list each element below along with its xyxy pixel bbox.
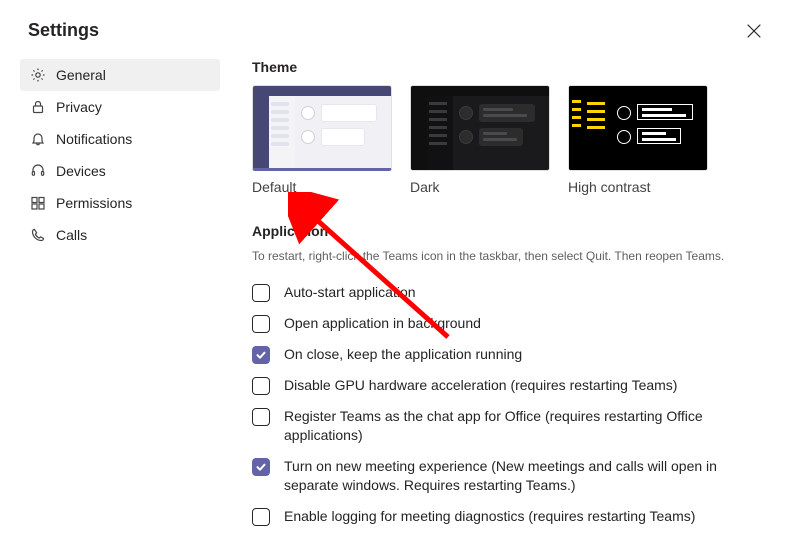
checkbox-box (252, 508, 270, 526)
checkbox-box (252, 315, 270, 333)
theme-options: Default (252, 85, 766, 195)
sidebar-item-label: General (56, 67, 106, 83)
sidebar-item-notifications[interactable]: Notifications (20, 123, 220, 155)
checkbox-auto-start[interactable]: Auto-start application (252, 277, 732, 308)
sidebar-item-devices[interactable]: Devices (20, 155, 220, 187)
checkbox-box (252, 377, 270, 395)
settings-sidebar: General Privacy Notifications Devices Pe… (20, 59, 220, 532)
sidebar-item-label: Permissions (56, 195, 132, 211)
close-icon (747, 24, 761, 38)
theme-option-high-contrast[interactable]: High contrast (568, 85, 708, 195)
bell-icon (30, 131, 46, 147)
checkbox-label: On close, keep the application running (284, 345, 522, 364)
checkbox-box (252, 458, 270, 476)
sidebar-item-general[interactable]: General (20, 59, 220, 91)
checkbox-open-background[interactable]: Open application in background (252, 308, 732, 339)
checkbox-new-meeting-experience[interactable]: Turn on new meeting experience (New meet… (252, 451, 732, 501)
sidebar-item-label: Devices (56, 163, 106, 179)
application-description: To restart, right-click the Teams icon i… (252, 249, 766, 263)
theme-heading: Theme (252, 59, 766, 75)
theme-option-default[interactable]: Default (252, 85, 392, 195)
checkbox-label: Auto-start application (284, 283, 416, 302)
application-heading: Application (252, 223, 766, 239)
phone-icon (30, 227, 46, 243)
lock-icon (30, 99, 46, 115)
checkbox-disable-gpu[interactable]: Disable GPU hardware acceleration (requi… (252, 370, 732, 401)
theme-label: Default (252, 179, 392, 195)
sidebar-item-calls[interactable]: Calls (20, 219, 220, 251)
checkbox-label: Open application in background (284, 314, 481, 333)
checkbox-on-close-keep-running[interactable]: On close, keep the application running (252, 339, 732, 370)
theme-label: High contrast (568, 179, 708, 195)
permissions-icon (30, 195, 46, 211)
theme-preview-dark (410, 85, 550, 171)
sidebar-item-label: Privacy (56, 99, 102, 115)
theme-preview-high-contrast (568, 85, 708, 171)
headset-icon (30, 163, 46, 179)
checkbox-box (252, 346, 270, 364)
checkbox-register-chat-app[interactable]: Register Teams as the chat app for Offic… (252, 401, 732, 451)
theme-label: Dark (410, 179, 550, 195)
checkbox-label: Enable logging for meeting diagnostics (… (284, 507, 695, 526)
checkbox-box (252, 284, 270, 302)
theme-preview-default (252, 85, 392, 171)
theme-option-dark[interactable]: Dark (410, 85, 550, 195)
checkbox-label: Turn on new meeting experience (New meet… (284, 457, 732, 495)
gear-icon (30, 67, 46, 83)
page-title: Settings (28, 20, 99, 41)
checkbox-box (252, 408, 270, 426)
checkbox-label: Disable GPU hardware acceleration (requi… (284, 376, 677, 395)
sidebar-item-privacy[interactable]: Privacy (20, 91, 220, 123)
close-button[interactable] (746, 23, 762, 39)
checkbox-label: Register Teams as the chat app for Offic… (284, 407, 732, 445)
sidebar-item-label: Calls (56, 227, 87, 243)
sidebar-item-label: Notifications (56, 131, 132, 147)
sidebar-item-permissions[interactable]: Permissions (20, 187, 220, 219)
checkbox-enable-logging[interactable]: Enable logging for meeting diagnostics (… (252, 501, 732, 532)
